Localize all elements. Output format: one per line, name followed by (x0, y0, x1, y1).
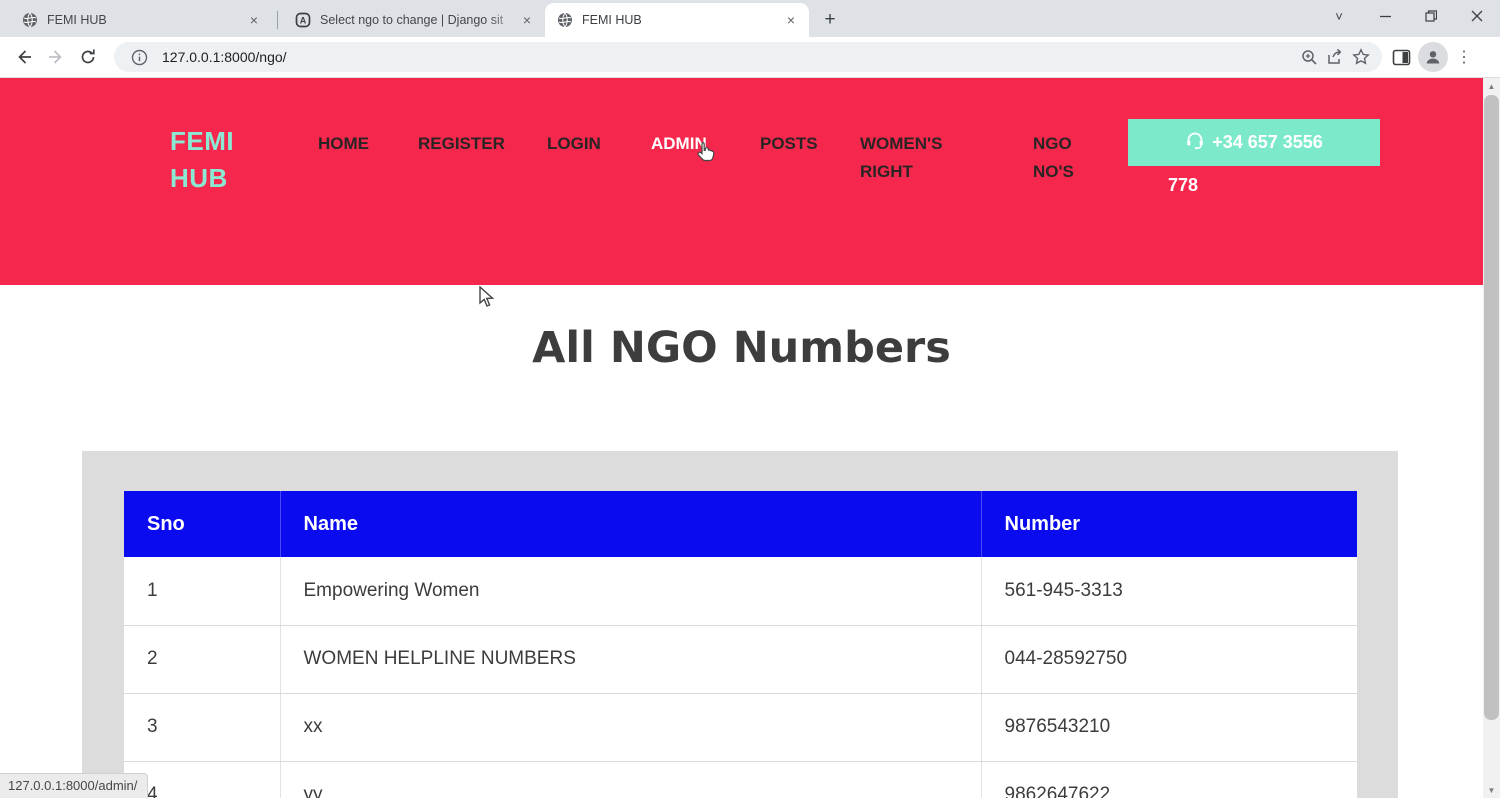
site-logo[interactable]: FEMI HUB (170, 123, 234, 197)
minimize-button[interactable] (1362, 1, 1408, 31)
tab-separator (277, 11, 278, 29)
nav-admin[interactable]: ADMIN (651, 130, 707, 158)
scroll-down-icon[interactable]: ▼ (1483, 782, 1500, 798)
cell-number: 044-28592750 (981, 625, 1357, 693)
tab-title: Select ngo to change | Django sit (320, 13, 519, 27)
logo-line-2: HUB (170, 160, 234, 197)
nav-home[interactable]: HOME (318, 130, 369, 158)
browser-toolbar: 127.0.0.1:8000/ngo/ ⋮ (0, 37, 1500, 78)
share-icon[interactable] (1322, 44, 1348, 70)
scrollbar-thumb[interactable] (1484, 95, 1499, 720)
cell-number: 9862647622 (981, 761, 1357, 798)
nav-register[interactable]: REGISTER (418, 130, 505, 158)
table-card: Sno Name Number 1 Empowering Women 561-9… (82, 451, 1398, 798)
table-row: 3 xx 9876543210 (124, 693, 1357, 761)
profile-avatar[interactable] (1418, 42, 1448, 72)
site-header: FEMI HUB HOME REGISTER LOGIN ADMIN POSTS… (0, 78, 1483, 285)
back-button[interactable] (8, 41, 40, 73)
nav-womens-right[interactable]: WOMEN'S RIGHT (860, 130, 960, 186)
new-tab-button[interactable]: + (817, 7, 843, 33)
django-icon: A (295, 12, 311, 28)
tab-search-chevron-icon[interactable]: ˅ (1316, 1, 1362, 31)
nav-login[interactable]: LOGIN (547, 130, 601, 158)
logo-line-1: FEMI (170, 123, 234, 160)
cell-sno: 2 (124, 625, 280, 693)
cell-name: xx (280, 693, 981, 761)
tab-close-icon[interactable]: × (783, 12, 799, 28)
ngo-table: Sno Name Number 1 Empowering Women 561-9… (124, 491, 1357, 798)
window-controls: ˅ (1316, 0, 1500, 32)
col-header-number: Number (981, 491, 1357, 557)
phone-number: +34 657 3556 (1212, 132, 1323, 153)
tab-femi-hub-active[interactable]: FEMI HUB × (545, 3, 809, 37)
nav-posts[interactable]: POSTS (760, 130, 818, 158)
tab-close-icon[interactable]: × (519, 12, 535, 28)
table-row: 1 Empowering Women 561-945-3313 (124, 557, 1357, 625)
side-panel-icon[interactable] (1388, 44, 1414, 70)
cell-number: 9876543210 (981, 693, 1357, 761)
tab-close-icon[interactable]: × (246, 12, 262, 28)
phone-number-overflow: 778 (1168, 175, 1198, 196)
nav-ngo-nos[interactable]: NGO NO'S (1033, 130, 1083, 186)
globe-icon (557, 12, 573, 28)
status-bar-link: 127.0.0.1:8000/admin/ (0, 773, 148, 798)
url-text[interactable]: 127.0.0.1:8000/ngo/ (162, 49, 1296, 65)
cell-number: 561-945-3313 (981, 557, 1357, 625)
close-window-button[interactable] (1454, 1, 1500, 31)
phone-button[interactable]: +34 657 3556 (1128, 119, 1380, 166)
browser-menu-icon[interactable]: ⋮ (1452, 47, 1476, 67)
cell-sno: 3 (124, 693, 280, 761)
site-info-icon[interactable] (126, 44, 152, 70)
forward-button[interactable] (40, 41, 72, 73)
scroll-up-icon[interactable]: ▲ (1483, 78, 1500, 94)
bookmark-star-icon[interactable] (1348, 44, 1374, 70)
toolbar-right-icons: ⋮ (1388, 42, 1476, 72)
globe-icon (22, 12, 38, 28)
cell-sno: 1 (124, 557, 280, 625)
col-header-sno: Sno (124, 491, 280, 557)
table-row: 4 yy 9862647622 (124, 761, 1357, 798)
tab-title: FEMI HUB (582, 13, 783, 27)
cell-name: Empowering Women (280, 557, 981, 625)
table-header-row: Sno Name Number (124, 491, 1357, 557)
cell-name: WOMEN HELPLINE NUMBERS (280, 625, 981, 693)
page-scrollbar[interactable]: ▲ ▼ (1483, 78, 1500, 798)
restore-button[interactable] (1408, 1, 1454, 31)
arrow-cursor (478, 286, 498, 308)
tab-femi-hub-1[interactable]: FEMI HUB × (10, 3, 272, 37)
tab-title: FEMI HUB (47, 13, 246, 27)
svg-text:A: A (300, 16, 307, 26)
address-bar[interactable]: 127.0.0.1:8000/ngo/ (114, 42, 1382, 72)
tab-django-admin[interactable]: A Select ngo to change | Django sit × (283, 3, 545, 37)
page-viewport: FEMI HUB HOME REGISTER LOGIN ADMIN POSTS… (0, 78, 1500, 798)
headset-icon (1185, 130, 1205, 155)
zoom-icon[interactable] (1296, 44, 1322, 70)
browser-tab-strip: FEMI HUB × A Select ngo to change | Djan… (0, 0, 1500, 37)
cell-name: yy (280, 761, 981, 798)
page-title: All NGO Numbers (0, 323, 1483, 373)
col-header-name: Name (280, 491, 981, 557)
table-row: 2 WOMEN HELPLINE NUMBERS 044-28592750 (124, 625, 1357, 693)
reload-button[interactable] (72, 41, 104, 73)
